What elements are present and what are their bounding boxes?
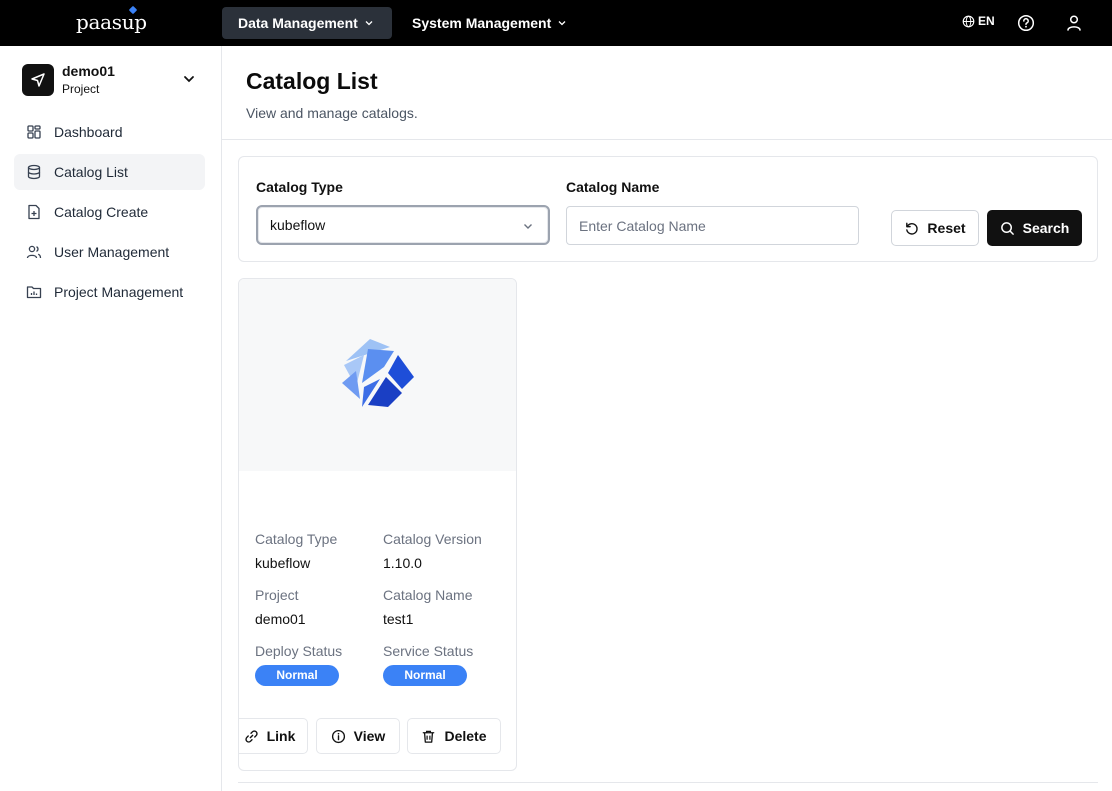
folder-chart-icon [26, 286, 42, 299]
sidebar-item-label: User Management [54, 244, 170, 260]
main-content: Catalog List View and manage catalogs. C… [222, 46, 1112, 791]
kubeflow-logo [341, 339, 414, 407]
status-badge: Normal [383, 665, 467, 686]
link-icon [244, 729, 258, 743]
file-plus-icon [28, 204, 40, 220]
sidebar-item-label: Project Management [54, 284, 184, 300]
search-button-label: Search [1022, 220, 1070, 236]
detail-catalog-name: Catalog Name test1 [383, 587, 507, 627]
brand-logo[interactable]: paasup [76, 5, 147, 34]
detail-project: Project demo01 [255, 587, 379, 627]
sidebar-item-catalog-list[interactable]: Catalog List [14, 154, 205, 190]
project-selector[interactable]: demo01 Project [22, 62, 200, 96]
detail-deploy-status: Deploy Status Normal [255, 643, 379, 686]
detail-value: kubeflow [255, 555, 311, 571]
sidebar-item-label: Dashboard [54, 124, 123, 140]
info-icon [331, 729, 345, 743]
nav-data-management[interactable]: Data Management [222, 7, 392, 39]
detail-catalog-type: Catalog Type kubeflow [255, 531, 379, 571]
detail-value: demo01 [255, 611, 306, 627]
detail-key: Catalog Type [255, 531, 338, 547]
project-name: demo01 [62, 63, 115, 79]
catalog-name-input[interactable] [566, 206, 859, 245]
brand-logo-text: paasup [76, 10, 147, 34]
sidebar-item-label: Catalog Create [54, 204, 149, 220]
detail-key: Catalog Version [383, 531, 482, 547]
view-button[interactable]: View [316, 718, 400, 754]
help-circle-icon[interactable] [1017, 14, 1035, 32]
reset-button-label: Reset [927, 220, 966, 236]
page-subtitle: View and manage catalogs. [246, 105, 418, 121]
project-avatar [22, 64, 54, 96]
detail-key: Deploy Status [255, 643, 343, 659]
view-button-label: View [353, 728, 386, 744]
detail-key: Project [255, 587, 299, 603]
sidebar-item-project-management[interactable]: Project Management [14, 274, 205, 310]
chevron-down-icon [524, 224, 532, 229]
users-icon [26, 245, 42, 259]
link-button[interactable]: Link [239, 718, 308, 754]
sidebar-item-label: Catalog List [54, 164, 128, 180]
chevron-down-icon [184, 76, 194, 83]
project-type: Project [62, 82, 100, 96]
user-icon[interactable] [1066, 14, 1082, 32]
catalog-card-actions: Link View Delete [239, 718, 516, 754]
rotate-ccw-icon [906, 222, 919, 235]
chevron-down-icon [365, 21, 373, 26]
filter-panel: Catalog Type kubeflow Catalog Name Reset… [238, 156, 1098, 262]
sidebar-item-catalog-create[interactable]: Catalog Create [14, 194, 205, 230]
status-badge: Normal [255, 665, 339, 686]
top-navigation-bar: paasup Data Management System Management… [0, 0, 1112, 46]
delete-button[interactable]: Delete [407, 718, 501, 754]
detail-value: test1 [383, 611, 414, 627]
language-label: EN [978, 14, 995, 28]
catalog-card: Catalog Type kubeflow Catalog Version 1.… [238, 278, 517, 771]
link-button-label: Link [266, 728, 296, 744]
detail-service-status: Service Status Normal [383, 643, 507, 686]
detail-key: Service Status [383, 643, 474, 659]
reset-button[interactable]: Reset [891, 210, 979, 246]
nav-data-management-label: Data Management [238, 15, 358, 31]
dashboard-icon [27, 125, 41, 139]
search-button[interactable]: Search [987, 210, 1082, 246]
catalog-type-select[interactable]: kubeflow [256, 205, 550, 245]
nav-system-management-label: System Management [412, 15, 552, 31]
delete-button-label: Delete [444, 728, 487, 744]
detail-value: 1.10.0 [383, 555, 422, 571]
globe-icon [962, 15, 975, 27]
navigation-arrow-icon [31, 73, 45, 87]
sidebar-item-dashboard[interactable]: Dashboard [14, 114, 205, 150]
database-icon [27, 164, 41, 180]
catalog-type-label: Catalog Type [256, 179, 343, 195]
sidebar: demo01 Project Dashboard Catalog List Ca… [0, 46, 222, 791]
nav-system-management[interactable]: System Management [396, 7, 584, 39]
sidebar-menu: Dashboard Catalog List Catalog Create Us… [14, 114, 205, 314]
chevron-down-icon [558, 21, 566, 26]
detail-catalog-version: Catalog Version 1.10.0 [383, 531, 507, 571]
content-divider [238, 782, 1098, 783]
header-divider [222, 139, 1112, 140]
catalog-type-selected-value: kubeflow [270, 217, 326, 233]
language-switcher[interactable]: EN [962, 14, 995, 28]
search-icon [1000, 221, 1014, 235]
detail-key: Catalog Name [383, 587, 473, 603]
catalog-card-image [239, 279, 516, 471]
catalog-name-label: Catalog Name [566, 179, 660, 195]
page-title: Catalog List [246, 68, 378, 94]
sidebar-item-user-management[interactable]: User Management [14, 234, 205, 270]
trash-icon [423, 730, 435, 743]
